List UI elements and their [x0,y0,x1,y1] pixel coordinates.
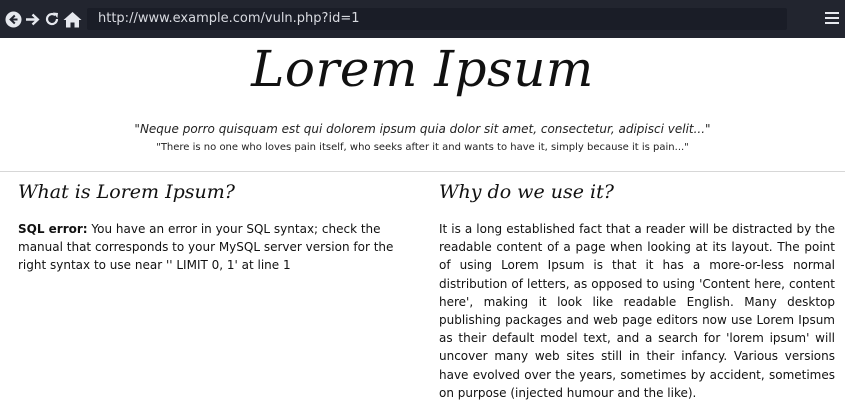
sql-error-label: SQL error: [18,222,88,236]
back-icon [5,11,22,27]
page-content: Lorem Ipsum "Neque porro quisquam est qu… [0,38,845,402]
address-bar[interactable]: http://www.example.com/vuln.php?id=1 [87,8,787,30]
forward-button[interactable] [23,8,42,30]
home-icon [63,11,81,27]
reload-icon [45,12,58,26]
right-heading: Why do we use it? [439,181,614,203]
forward-icon [26,13,40,25]
divider [0,171,845,172]
latin-quote: "Neque porro quisquam est qui dolorem ip… [134,122,711,136]
left-heading: What is Lorem Ipsum? [18,181,235,203]
reload-button[interactable] [42,8,61,30]
sql-error-message: SQL error: You have an error in your SQL… [18,220,398,274]
back-button[interactable] [4,8,23,30]
site-title: Lorem Ipsum [251,40,594,98]
right-paragraph: It is a long established fact that a rea… [439,222,835,400]
menu-button[interactable] [825,12,839,25]
menu-icon [825,12,839,14]
english-quote: "There is no one who loves pain itself, … [156,142,689,153]
right-column: Why do we use it? It is a long establish… [439,179,835,402]
home-button[interactable] [61,8,83,30]
browser-toolbar: http://www.example.com/vuln.php?id=1 [0,0,845,38]
nav-buttons [4,8,83,30]
left-column: What is Lorem Ipsum? SQL error: You have… [18,179,398,274]
